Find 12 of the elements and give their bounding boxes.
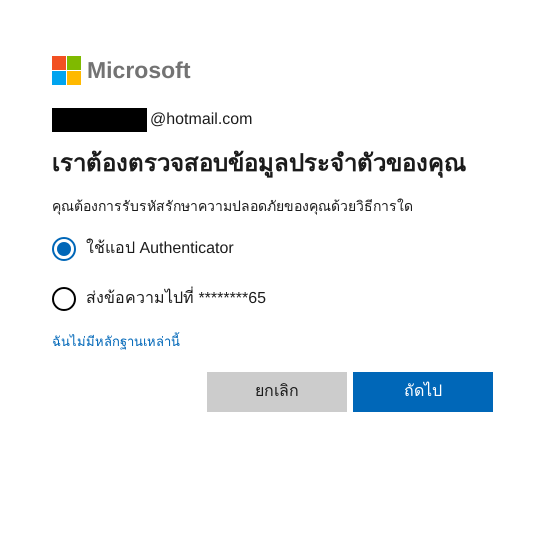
page-title: เราต้องตรวจสอบข้อมูลประจำตัวของคุณ bbox=[52, 149, 467, 180]
radio-button[interactable] bbox=[52, 237, 76, 261]
cancel-button[interactable]: ยกเลิก bbox=[207, 372, 347, 412]
next-button[interactable]: ถัดไป bbox=[353, 372, 493, 412]
subtitle: คุณต้องการรับรหัสรักษาความปลอดภัยของคุณด้วยวิธีการใด bbox=[52, 197, 414, 216]
option-label: ส่งข้อความไปที่ ********65 bbox=[86, 287, 266, 311]
logo-icon bbox=[52, 56, 81, 84]
email-suffix: @hotmail.com bbox=[150, 110, 252, 130]
brand-name: Microsoft bbox=[87, 56, 190, 85]
radio-button[interactable] bbox=[52, 287, 76, 311]
no-proof-link[interactable]: ฉันไม่มีหลักฐานเหล่านี้ bbox=[52, 332, 180, 352]
option-label: ใช้แอป Authenticator bbox=[86, 238, 234, 259]
